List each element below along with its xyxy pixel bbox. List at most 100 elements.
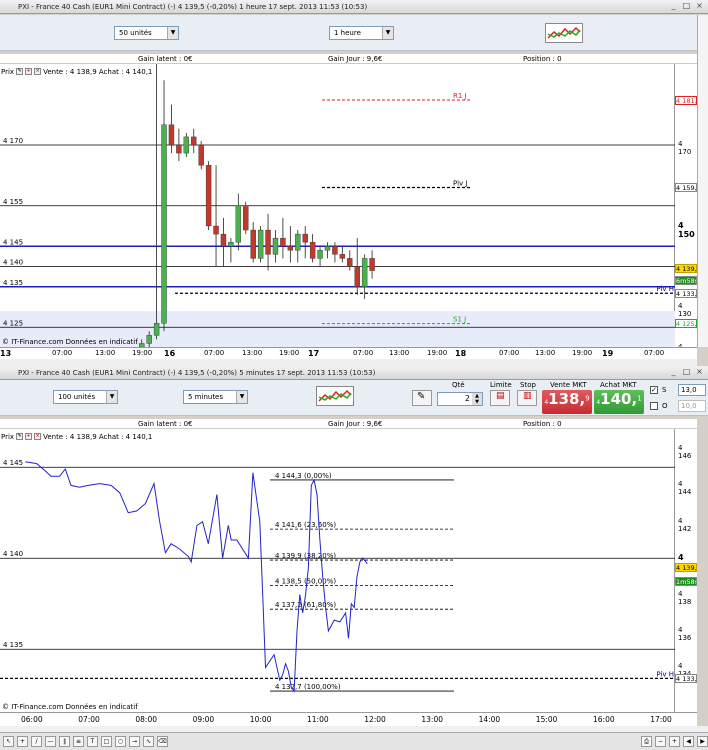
ellipse-icon[interactable]: ○ xyxy=(115,736,126,747)
chart1-quantity-select[interactable]: 50 unités ▼ xyxy=(114,26,179,40)
chart2-period-select[interactable]: 5 minutes ▼ xyxy=(183,390,248,404)
time-label: 09:00 xyxy=(192,715,215,724)
level-label: 4 135 xyxy=(3,279,23,287)
strategy-chart-icon xyxy=(318,389,352,402)
close-indicator-icon[interactable]: × xyxy=(34,68,42,75)
fib-label: 4 138,5 (50,00%) xyxy=(275,578,336,586)
eraser-icon[interactable]: ⌫ xyxy=(157,736,168,747)
indicator-icon[interactable]: ∿ xyxy=(143,736,154,747)
candle-body xyxy=(243,205,249,231)
wrench-icon[interactable]: ✎ xyxy=(16,68,24,75)
zoom-out-icon[interactable]: − xyxy=(655,736,666,747)
time-label: 19:00 xyxy=(132,349,153,357)
zoom-in-icon[interactable]: + xyxy=(669,736,680,747)
time-label: 16:00 xyxy=(593,715,615,724)
candle-body xyxy=(339,254,346,259)
stop-label: Stop xyxy=(520,381,536,389)
limit-order-button[interactable]: ▤ xyxy=(490,390,510,406)
scroll-left-icon[interactable]: ◀ xyxy=(683,736,694,747)
scroll-right-icon[interactable]: ▶ xyxy=(697,736,708,747)
price-tick: 4 130 xyxy=(678,302,692,318)
order-settings-button[interactable]: ✎ xyxy=(412,390,432,406)
line-tool-icon[interactable]: / xyxy=(31,736,42,747)
time-label: 07:00 xyxy=(78,715,100,724)
channel-icon[interactable]: ∥ xyxy=(59,736,70,747)
time-label: 14:00 xyxy=(478,715,501,724)
gain-jour: Gain Jour : 9,6€ xyxy=(328,420,383,428)
horizontal-line-icon[interactable]: — xyxy=(45,736,56,747)
time-label: 19:00 xyxy=(572,349,593,357)
candle-body xyxy=(324,246,331,251)
chevron-down-icon: ▼ xyxy=(236,391,247,403)
chart1-titlebar: PXI - France 40 Cash (EUR1 Mini Contract… xyxy=(0,0,708,14)
watermark: © IT-Finance.com Données en indicatif xyxy=(2,338,138,346)
close-icon[interactable]: × xyxy=(694,367,705,378)
s-input[interactable]: 13,0 xyxy=(678,384,706,396)
stop-order-button[interactable]: ▥ xyxy=(517,390,537,406)
close-icon[interactable]: × xyxy=(694,1,705,12)
chart1-period-select[interactable]: 1 heure ▼ xyxy=(329,26,394,40)
rectangle-icon[interactable]: □ xyxy=(101,736,112,747)
time-label: 13:00 xyxy=(535,349,556,357)
strategy-chart-button[interactable] xyxy=(316,386,354,406)
zoom-in-icon[interactable]: + xyxy=(25,68,33,75)
fib-label: 4 137,2 (61,80%) xyxy=(275,601,336,609)
candle-body xyxy=(317,250,323,259)
sell-market-button[interactable]: 4138,9 xyxy=(542,390,592,414)
zoom-in-icon[interactable]: + xyxy=(25,433,33,440)
candlestick-chart: 4 1704 1554 1454 1404 1354 1254 115R1 JP… xyxy=(0,64,675,413)
candle-body xyxy=(257,229,264,259)
s-checkbox[interactable]: ✓ xyxy=(650,386,658,394)
time-label: 12:00 xyxy=(364,715,386,724)
level-label: 4 145 xyxy=(3,459,23,467)
buy-price-decimal: 1 xyxy=(637,394,642,403)
level-label: 4 155 xyxy=(3,198,23,206)
candle-body xyxy=(168,124,175,146)
cursor-icon[interactable]: ↖ xyxy=(3,736,14,747)
candle-body xyxy=(361,258,368,287)
o-checkbox[interactable] xyxy=(650,402,658,410)
chart1-toolbar: 50 unités ▼ 1 heure ▼ xyxy=(0,15,697,51)
minimize-icon[interactable]: _ xyxy=(668,367,679,378)
crosshair-icon[interactable]: + xyxy=(17,736,28,747)
s-value: 13,0 xyxy=(681,386,697,394)
wrench-icon[interactable]: ✎ xyxy=(16,433,24,440)
drawing-toolbar: ↖ + / — ∥ ≡ T □ ○ → ∿ ⌫ ⎙ − + ◀ ▶ xyxy=(0,732,708,750)
chart1-price-axis[interactable]: 4 1704 1504 1304 1204 1104 181,14 159,54… xyxy=(675,64,697,399)
time-label: 06:00 xyxy=(21,715,43,724)
text-tool-icon[interactable]: T xyxy=(87,736,98,747)
chart1-right-sidebar[interactable] xyxy=(697,15,708,347)
bid-ask-quote: Vente : 4 138,9 Achat : 4 140,1 xyxy=(43,67,153,76)
maximize-icon[interactable]: □ xyxy=(681,1,692,12)
chart1-quantity-value: 50 unités xyxy=(119,29,152,37)
vente-mkt-label: Vente MKT xyxy=(550,381,587,389)
fibonacci-icon[interactable]: ≡ xyxy=(73,736,84,747)
print-icon[interactable]: ⎙ xyxy=(641,736,652,747)
chevron-down-icon: ▼ xyxy=(382,27,393,39)
chart1-plot[interactable]: 4 1704 1554 1454 1404 1354 1254 115R1 JP… xyxy=(0,64,675,413)
time-label: 07:00 xyxy=(499,349,520,357)
chart2-plot[interactable]: 4 145 4 140 4 135 4 144,3 (0,00%) 4 141,6 (2… xyxy=(0,429,675,712)
chart2-price-axis[interactable]: 4 1464 1444 1424 1404 1384 1364 1344 139… xyxy=(675,429,697,712)
quantity-stepper[interactable]: 2 ▲ ▼ xyxy=(437,392,483,406)
time-label: 13:00 xyxy=(95,349,116,357)
candle-body xyxy=(302,233,308,243)
chart2-period-value: 5 minutes xyxy=(188,393,224,401)
pivh-label: Piv H xyxy=(656,285,674,293)
price-series-line xyxy=(25,461,368,693)
time-label: 08:00 xyxy=(135,715,158,724)
strategy-chart-button[interactable] xyxy=(545,23,583,43)
o-input[interactable]: 10,0 xyxy=(678,400,706,412)
candle-body xyxy=(280,237,286,247)
bid-ask-quote: Vente : 4 138,9 Achat : 4 140,1 xyxy=(43,432,153,441)
minimize-icon[interactable]: _ xyxy=(668,1,679,12)
arrow-icon[interactable]: → xyxy=(129,736,140,747)
buy-market-button[interactable]: 4140,1 xyxy=(594,390,644,414)
chart2-quantity-select[interactable]: 100 unités ▼ xyxy=(53,390,118,404)
chart2-gain-bar: Gain latent : 0€ Gain Jour : 9,6€ Positi… xyxy=(0,419,697,429)
price-tag: 4 133,4 xyxy=(675,673,697,683)
close-indicator-icon[interactable]: × xyxy=(34,433,42,440)
maximize-icon[interactable]: □ xyxy=(681,367,692,378)
spin-arrows-icon[interactable]: ▲ ▼ xyxy=(472,393,482,405)
candle-body xyxy=(295,233,301,251)
